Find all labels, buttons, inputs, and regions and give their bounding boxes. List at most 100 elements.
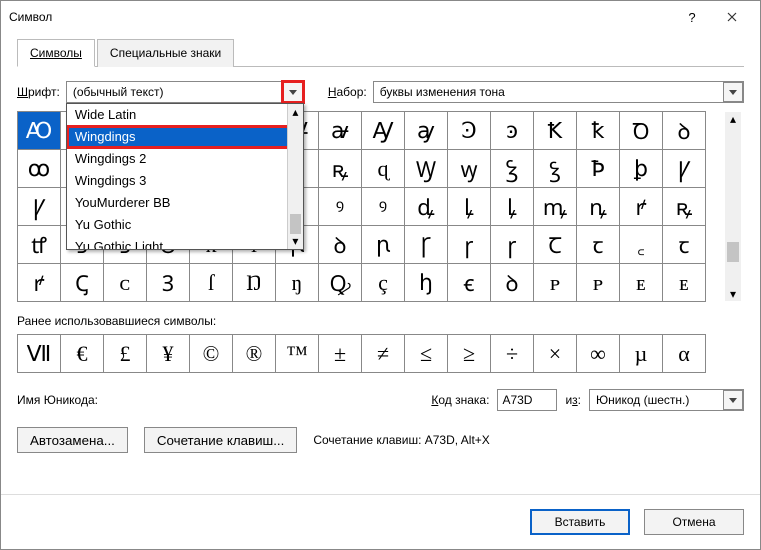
char-cell[interactable]: ꝲ [491,188,534,226]
recent-cell[interactable]: © [190,335,233,373]
font-input[interactable] [66,81,304,103]
char-cell[interactable]: ŋ [276,264,319,302]
recent-cell[interactable]: ™ [276,335,319,373]
set-dropdown-button[interactable] [723,82,743,102]
char-cell[interactable]: ꞅ [491,226,534,264]
char-cell[interactable]: ɋ [362,150,405,188]
recent-cell[interactable]: ≥ [448,335,491,373]
recent-cell[interactable]: € [61,335,104,373]
font-combo[interactable]: Wide LatinWingdingsWingdings 2Wingdings … [66,81,304,103]
char-cell[interactable]: ꜧ [405,264,448,302]
close-button[interactable] [712,3,752,31]
char-cell[interactable]: Ꝩ [18,188,61,226]
char-cell[interactable]: ꝺ [491,264,534,302]
scroll-thumb[interactable] [727,242,739,262]
code-input[interactable] [497,389,557,411]
char-cell[interactable]: ꝁ [577,112,620,150]
char-cell[interactable]: ꞅ [448,226,491,264]
recent-cell[interactable]: ÷ [491,335,534,373]
char-cell[interactable]: ꝡ [448,150,491,188]
char-cell[interactable]: Ꝺ [620,112,663,150]
scroll-down-button[interactable]: ▾ [730,287,736,301]
insert-button[interactable]: Вставить [530,509,630,535]
char-cell[interactable]: ꝺ [663,112,706,150]
shortcut-key-button[interactable]: Сочетание клавиш... [144,427,297,453]
dd-scroll-down[interactable]: ▾ [288,233,303,249]
recent-grid[interactable]: Ⅶ€£¥©®™±≠≤≥÷×∞µα [17,334,706,373]
char-cell[interactable]: Ꞅ [405,226,448,264]
recent-cell[interactable]: ≤ [405,335,448,373]
char-cell[interactable]: ꝵ [620,188,663,226]
recent-cell[interactable]: ≠ [362,335,405,373]
set-input[interactable] [373,81,744,103]
char-cell[interactable]: ꝴ [577,188,620,226]
char-cell[interactable]: ꜻ [319,112,362,150]
font-option-wide-latin[interactable]: Wide Latin [67,104,303,126]
char-cell[interactable]: Ꝫ [147,264,190,302]
recent-cell[interactable]: α [663,335,706,373]
char-cell[interactable]: ꝣ [534,150,577,188]
tab-special[interactable]: Специальные знаки [97,39,234,67]
recent-cell[interactable]: × [534,335,577,373]
set-combo[interactable] [373,81,744,103]
char-cell[interactable]: Ŋ [233,264,276,302]
char-cell[interactable]: ꝶ [319,150,362,188]
char-cell[interactable]: ᴘ [577,264,620,302]
char-cell[interactable]: Ꜵ [18,112,61,150]
char-cell[interactable]: Ꝣ [491,150,534,188]
help-button[interactable]: ? [672,3,712,31]
char-cell[interactable]: Ꝡ [405,150,448,188]
char-cell[interactable]: ꝱ [405,188,448,226]
char-cell[interactable]: ꞃ [362,226,405,264]
from-dropdown-button[interactable] [723,390,743,410]
dd-scroll-up[interactable]: ▴ [288,104,303,120]
recent-cell[interactable]: µ [620,335,663,373]
font-option-youmurderer-bb[interactable]: YouMurderer BB [67,192,303,214]
recent-cell[interactable]: ± [319,335,362,373]
recent-cell[interactable]: £ [104,335,147,373]
char-cell[interactable]: ꞇ [663,226,706,264]
autocorrect-button[interactable]: Автозамена... [17,427,128,453]
char-cell[interactable]: ç [362,264,405,302]
char-cell[interactable]: ᴄ [104,264,147,302]
char-cell[interactable]: ꜀ [620,226,663,264]
recent-cell[interactable]: ® [233,335,276,373]
font-option-wingdings-3[interactable]: Wingdings 3 [67,170,303,192]
char-cell[interactable]: ꜿ [491,112,534,150]
dd-scroll-thumb[interactable] [290,214,301,234]
grid-scrollbar[interactable]: ▴ ▾ [725,112,741,301]
char-cell[interactable]: Ꜽ [362,112,405,150]
char-cell[interactable]: ꝳ [534,188,577,226]
from-combo[interactable] [589,389,744,411]
char-cell[interactable]: ꝰ [319,188,362,226]
recent-cell[interactable]: ∞ [577,335,620,373]
char-cell[interactable]: ꜽ [405,112,448,150]
char-cell[interactable]: ᴘ [534,264,577,302]
font-option-wingdings[interactable]: Wingdings [67,126,303,148]
char-cell[interactable]: Ꞇ [534,226,577,264]
char-cell[interactable]: ꝧ [620,150,663,188]
char-cell[interactable]: ᴇ [663,264,706,302]
recent-cell[interactable]: ¥ [147,335,190,373]
font-option-wingdings-2[interactable]: Wingdings 2 [67,148,303,170]
char-cell[interactable]: ꝰ [362,188,405,226]
font-option-yu-gothic-light[interactable]: Yu Gothic Light [67,236,303,249]
char-cell[interactable]: ſ [190,264,233,302]
char-cell[interactable]: ꝺ [319,226,362,264]
cancel-button[interactable]: Отмена [644,509,744,535]
font-dropdown-list[interactable]: Wide LatinWingdingsWingdings 2Wingdings … [66,103,304,250]
char-cell[interactable]: ꞓ [448,264,491,302]
char-cell[interactable]: Ꝩ [663,150,706,188]
char-cell[interactable]: ꝶ [663,188,706,226]
from-input[interactable] [589,389,744,411]
char-cell[interactable]: Ꝥ [577,150,620,188]
char-cell[interactable]: ꝵ [18,264,61,302]
font-option-yu-gothic[interactable]: Yu Gothic [67,214,303,236]
char-cell[interactable]: Ꞔ [61,264,104,302]
tab-symbols[interactable]: Символы [17,39,95,67]
char-cell[interactable]: Ꝁ [534,112,577,150]
char-cell[interactable]: ꞇ [577,226,620,264]
font-dropdown-button[interactable] [283,82,303,102]
scroll-up-button[interactable]: ▴ [730,112,736,126]
char-cell[interactable]: ᴇ [620,264,663,302]
